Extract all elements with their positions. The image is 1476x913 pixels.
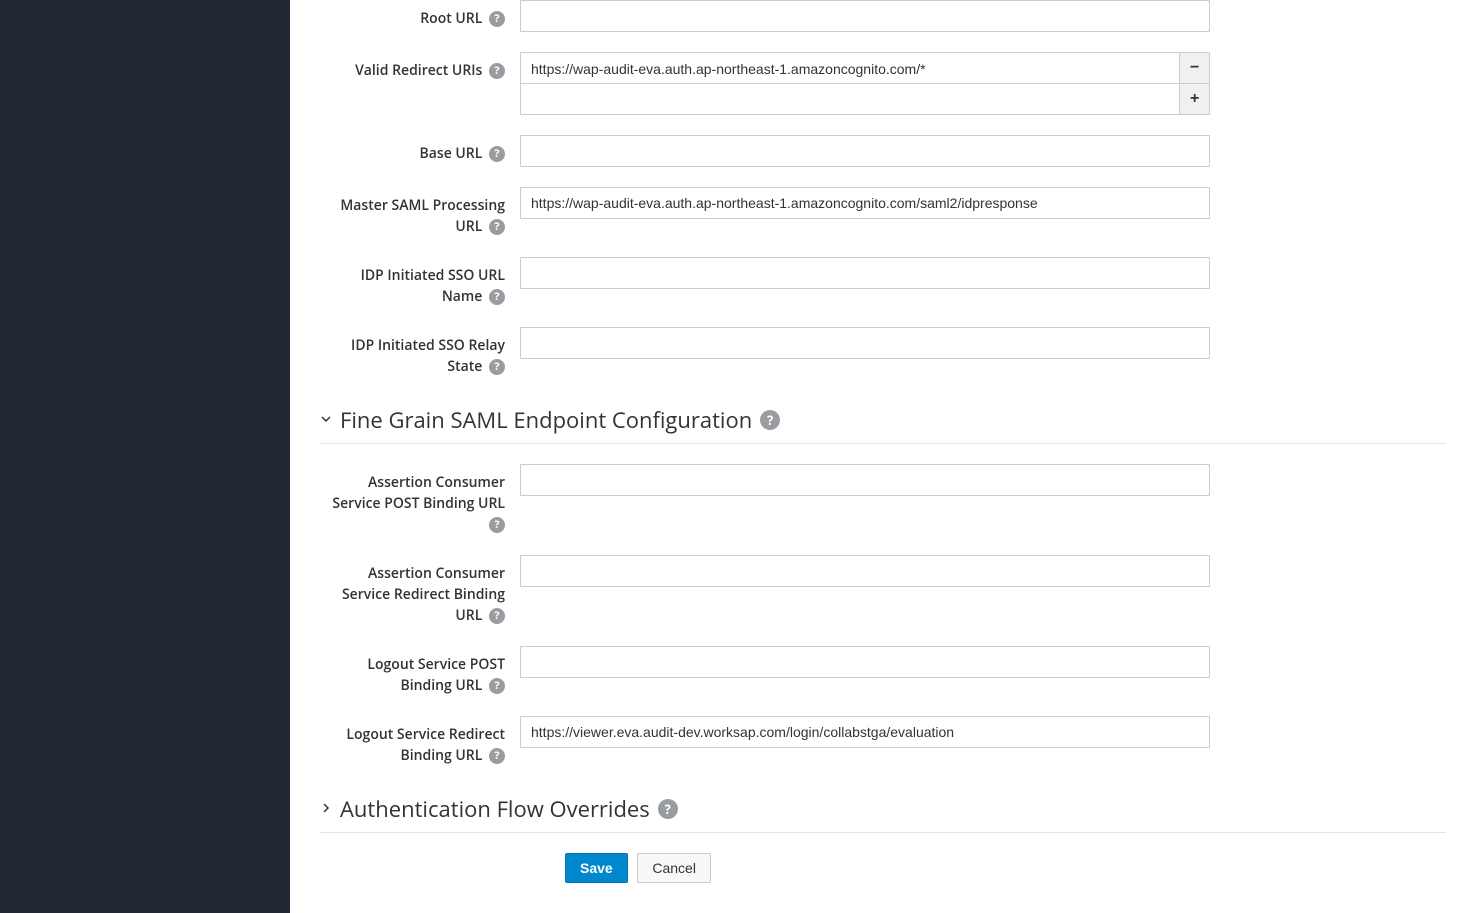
help-icon[interactable]: ? [489, 748, 505, 764]
logout-redirect-binding-url-label-text: Logout Service Redirect Binding URL [346, 725, 505, 765]
add-uri-button[interactable]: + [1179, 83, 1210, 115]
redirect-uri-input[interactable] [520, 83, 1179, 115]
root-url-wrap [520, 0, 1210, 32]
idp-sso-relay-state-label: IDP Initiated SSO Relay State ? [320, 327, 520, 377]
master-saml-url-wrap [520, 187, 1210, 219]
idp-sso-relay-state-wrap [520, 327, 1210, 359]
help-icon[interactable]: ? [760, 410, 780, 430]
valid-redirect-uris-label-text: Valid Redirect URIs [355, 61, 482, 80]
logout-post-binding-url-label-text: Logout Service POST Binding URL [367, 655, 505, 695]
help-icon[interactable]: ? [489, 146, 505, 162]
cancel-button[interactable]: Cancel [637, 853, 711, 883]
idp-sso-url-name-wrap [520, 257, 1210, 289]
form-group-base-url: Base URL ? [320, 135, 1446, 167]
acs-post-binding-url-label: Assertion Consumer Service POST Binding … [320, 464, 520, 535]
master-saml-url-input[interactable] [520, 187, 1210, 219]
idp-sso-relay-state-label-text: IDP Initiated SSO Relay State [351, 336, 505, 376]
save-button[interactable]: Save [565, 853, 628, 883]
idp-sso-url-name-input[interactable] [520, 257, 1210, 289]
valid-redirect-uris-label: Valid Redirect URIs ? [320, 52, 520, 81]
root-url-label: Root URL ? [320, 0, 520, 29]
redirect-uri-row: + [520, 83, 1210, 115]
remove-uri-button[interactable]: − [1179, 52, 1210, 84]
root-url-label-text: Root URL [420, 9, 482, 28]
section-fine-grain-title: Fine Grain SAML Endpoint Configuration [340, 405, 752, 435]
help-icon[interactable]: ? [658, 799, 678, 819]
acs-redirect-binding-url-wrap [520, 555, 1210, 587]
chevron-right-icon [320, 800, 332, 819]
base-url-label-text: Base URL [420, 144, 483, 163]
redirect-uri-input[interactable] [520, 52, 1179, 84]
form-group-acs-redirect-binding-url: Assertion Consumer Service Redirect Bind… [320, 555, 1446, 626]
acs-post-binding-url-input[interactable] [520, 464, 1210, 496]
acs-post-binding-url-wrap [520, 464, 1210, 496]
logout-redirect-binding-url-label: Logout Service Redirect Binding URL ? [320, 716, 520, 766]
valid-redirect-uris-wrap: − + [520, 52, 1210, 115]
chevron-down-icon [320, 411, 332, 430]
acs-post-binding-url-label-text: Assertion Consumer Service POST Binding … [332, 473, 505, 513]
acs-redirect-binding-url-label-text: Assertion Consumer Service Redirect Bind… [342, 564, 505, 625]
master-saml-url-label-text: Master SAML Processing URL [340, 196, 505, 236]
main-content: Root URL ? Valid Redirect URIs ? − + Bas… [290, 0, 1476, 913]
base-url-wrap [520, 135, 1210, 167]
idp-sso-url-name-label-text: IDP Initiated SSO URL Name [361, 266, 505, 306]
sidebar [0, 0, 290, 913]
form-actions: Save Cancel [565, 853, 1446, 883]
base-url-label: Base URL ? [320, 135, 520, 164]
help-icon[interactable]: ? [489, 359, 505, 375]
help-icon[interactable]: ? [489, 11, 505, 27]
help-icon[interactable]: ? [489, 517, 505, 533]
logout-redirect-binding-url-input[interactable] [520, 716, 1210, 748]
section-auth-flow-overrides-header[interactable]: Authentication Flow Overrides ? [320, 786, 1446, 833]
logout-post-binding-url-label: Logout Service POST Binding URL ? [320, 646, 520, 696]
form-group-logout-post-binding-url: Logout Service POST Binding URL ? [320, 646, 1446, 696]
help-icon[interactable]: ? [489, 678, 505, 694]
redirect-uri-row: − [520, 52, 1210, 84]
section-auth-flow-overrides-title: Authentication Flow Overrides [340, 794, 650, 824]
help-icon[interactable]: ? [489, 289, 505, 305]
help-icon[interactable]: ? [489, 63, 505, 79]
root-url-input[interactable] [520, 0, 1210, 32]
section-fine-grain-header[interactable]: Fine Grain SAML Endpoint Configuration ? [320, 397, 1446, 444]
form-group-idp-sso-relay-state: IDP Initiated SSO Relay State ? [320, 327, 1446, 377]
help-icon[interactable]: ? [489, 608, 505, 624]
logout-redirect-binding-url-wrap [520, 716, 1210, 748]
form-group-root-url: Root URL ? [320, 0, 1446, 32]
form-group-valid-redirect-uris: Valid Redirect URIs ? − + [320, 52, 1446, 115]
logout-post-binding-url-wrap [520, 646, 1210, 678]
acs-redirect-binding-url-label: Assertion Consumer Service Redirect Bind… [320, 555, 520, 626]
master-saml-url-label: Master SAML Processing URL ? [320, 187, 520, 237]
acs-redirect-binding-url-input[interactable] [520, 555, 1210, 587]
form-group-acs-post-binding-url: Assertion Consumer Service POST Binding … [320, 464, 1446, 535]
form-group-logout-redirect-binding-url: Logout Service Redirect Binding URL ? [320, 716, 1446, 766]
logout-post-binding-url-input[interactable] [520, 646, 1210, 678]
base-url-input[interactable] [520, 135, 1210, 167]
form-group-idp-sso-url-name: IDP Initiated SSO URL Name ? [320, 257, 1446, 307]
form-group-master-saml-url: Master SAML Processing URL ? [320, 187, 1446, 237]
help-icon[interactable]: ? [489, 219, 505, 235]
idp-sso-url-name-label: IDP Initiated SSO URL Name ? [320, 257, 520, 307]
idp-sso-relay-state-input[interactable] [520, 327, 1210, 359]
